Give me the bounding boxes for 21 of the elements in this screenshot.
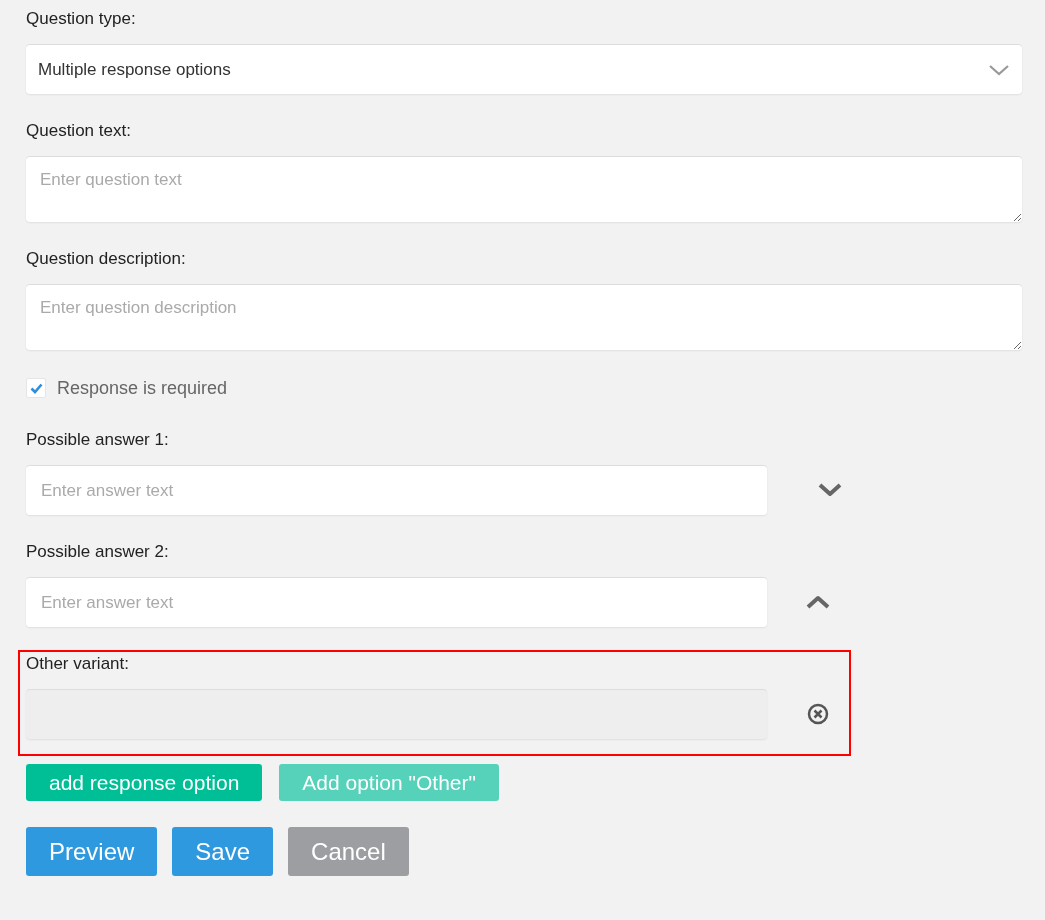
field-label: Possible answer 1: (26, 429, 169, 451)
answer-field[interactable]: Enter answer text (26, 577, 767, 627)
field-label: Other variant: (26, 653, 129, 675)
action-button[interactable]: Preview (26, 827, 158, 876)
chevron-down-icon[interactable] (817, 482, 843, 498)
field-label: Question type: (26, 8, 136, 30)
field-label: Question text: (26, 120, 131, 142)
action-button[interactable]: Cancel (288, 827, 409, 876)
chevron-down-icon (988, 62, 1010, 77)
checkmark-icon (29, 382, 43, 394)
checkbox-label: Response is required (57, 376, 228, 400)
required-checkbox[interactable] (26, 378, 46, 398)
field-label: Question description: (26, 248, 186, 270)
answer-field[interactable]: Enter answer text (26, 465, 767, 515)
action-button[interactable]: Save (172, 827, 274, 876)
question-type-select[interactable]: Multiple response options (26, 44, 1022, 94)
field-label: Possible answer 2: (26, 541, 169, 563)
chevron-up-icon[interactable] (805, 594, 831, 610)
question-text-field[interactable]: Enter question text (26, 156, 1022, 222)
add-option-button[interactable]: add response option (26, 764, 263, 801)
question-description-field[interactable]: Enter question description (26, 284, 1022, 350)
